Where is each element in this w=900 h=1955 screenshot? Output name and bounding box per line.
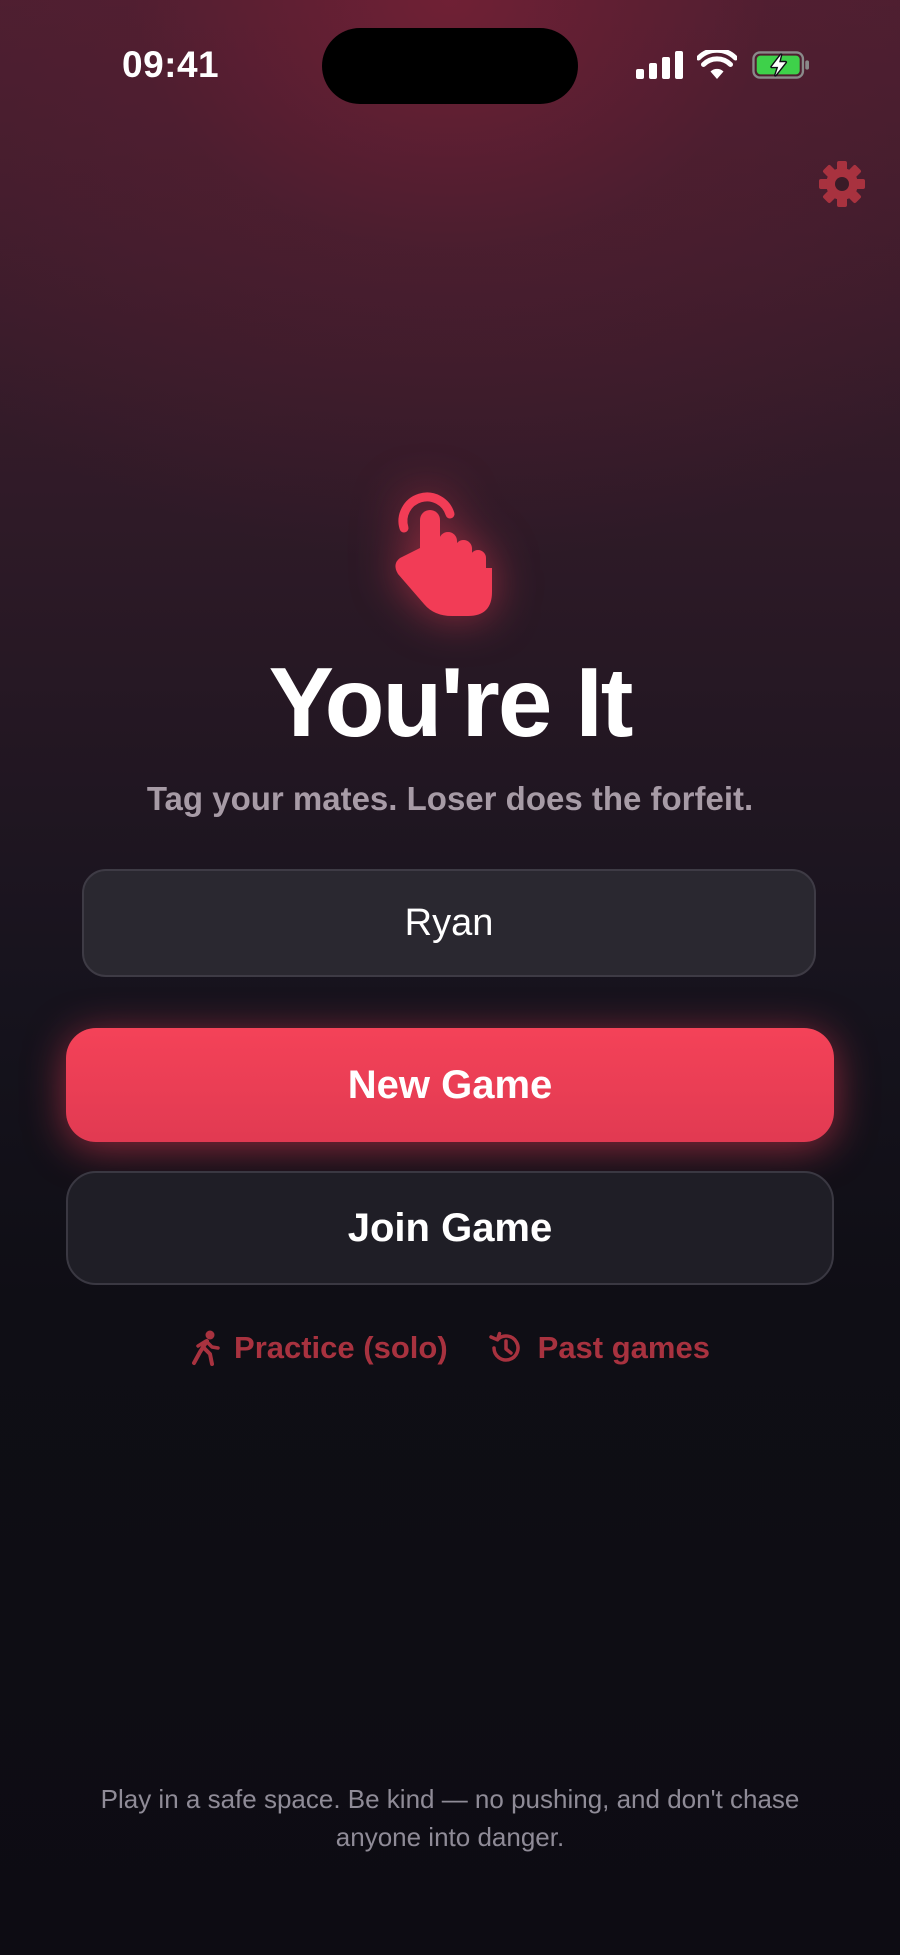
history-icon: [488, 1331, 520, 1362]
gear-icon[interactable]: [818, 160, 866, 208]
past-games-label: Past games: [537, 1330, 710, 1365]
running-person-icon: [192, 1330, 220, 1366]
status-icons: [636, 48, 811, 82]
new-game-button[interactable]: New Game: [66, 1028, 834, 1142]
tagline: Tag your mates. Loser does the forfeit.: [146, 780, 754, 817]
past-games-link[interactable]: Past games: [488, 1330, 710, 1366]
join-game-button[interactable]: Join Game: [66, 1171, 834, 1285]
dynamic-island: [322, 28, 578, 104]
practice-link[interactable]: Practice (solo): [190, 1330, 448, 1366]
app-title: You're It: [268, 647, 634, 757]
player-name-input[interactable]: [82, 869, 816, 977]
wifi-icon: [697, 50, 737, 79]
practice-label: Practice (solo): [234, 1330, 448, 1365]
cellular-signal-icon: [636, 51, 683, 79]
home-screen: 09:41 You're It Tag your mates. Loser do…: [0, 0, 900, 1955]
pointing-hand-icon: [395, 492, 492, 616]
status-time: 09:41: [122, 44, 220, 85]
safety-note: Play in a safe space. Be kind — no pushi…: [100, 1784, 800, 1852]
battery-charging-icon: [752, 51, 809, 79]
secondary-links: Practice (solo) Past games: [0, 1330, 900, 1366]
